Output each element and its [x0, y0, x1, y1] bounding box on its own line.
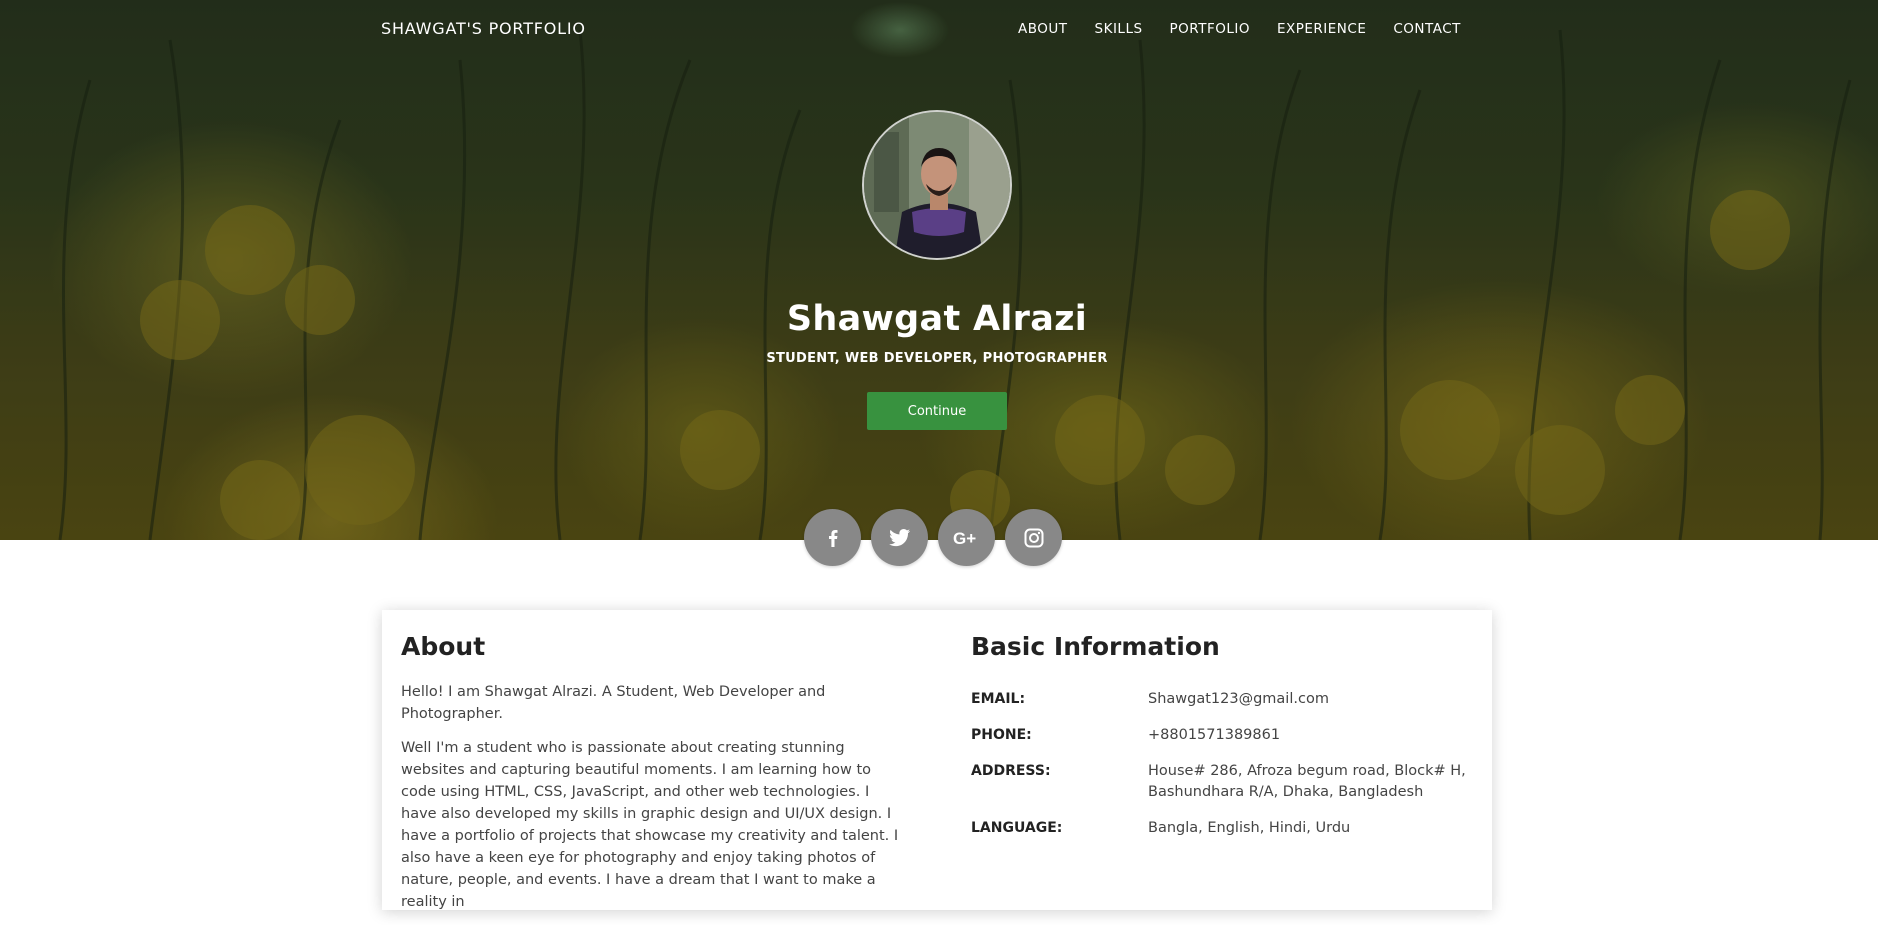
facebook-icon [828, 529, 837, 547]
twitter-icon [888, 528, 910, 546]
nav-item-contact[interactable]: CONTACT [1393, 21, 1461, 37]
svg-text:G+: G+ [953, 529, 976, 547]
google-plus-icon: G+ [953, 529, 976, 547]
nav-item-experience[interactable]: EXPERIENCE [1277, 21, 1366, 37]
hero-name: Shawgat Alrazi [786, 299, 1088, 339]
about-title: About [401, 632, 486, 661]
info-row-phone: PHONE: +8801571389861 [971, 725, 1471, 746]
nav-item-portfolio[interactable]: PORTFOLIO [1170, 21, 1250, 37]
profile-avatar [862, 110, 1012, 260]
brand-logo-text[interactable]: SHAWGAT'S PORTFOLIO [381, 19, 586, 38]
hero-overlay [0, 0, 1878, 540]
basic-info-section: Basic Information EMAIL: Shawgat123@gmai… [971, 632, 1471, 854]
info-row-language: LANGUAGE: Bangla, English, Hindi, Urdu [971, 818, 1471, 839]
instagram-icon [1024, 528, 1043, 547]
continue-button[interactable]: Continue [867, 392, 1007, 430]
address-value: House# 286, Afroza begum road, Block# H,… [1148, 763, 1466, 800]
hero-subtitle: STUDENT, WEB DEVELOPER, PHOTOGRAPHER [766, 351, 1108, 366]
profile-photo [864, 112, 1010, 258]
info-label: LANGUAGE: [971, 820, 1063, 836]
google-plus-button[interactable]: G+ [938, 509, 995, 566]
hero-section [0, 0, 1878, 540]
facebook-button[interactable] [804, 509, 861, 566]
info-label: EMAIL: [971, 691, 1026, 707]
nav-item-about[interactable]: ABOUT [1018, 21, 1068, 37]
language-value: Bangla, English, Hindi, Urdu [1148, 820, 1351, 836]
about-card: About Hello! I am Shawgat Alrazi. A Stud… [382, 610, 1492, 910]
phone-value: +8801571389861 [1148, 727, 1281, 743]
social-links: G+ [804, 509, 1062, 566]
info-row-email: EMAIL: Shawgat123@gmail.com [971, 689, 1471, 710]
main-nav: ABOUT SKILLS PORTFOLIO EXPERIENCE CONTAC… [1018, 21, 1461, 37]
basic-info-title: Basic Information [971, 632, 1220, 661]
email-value: Shawgat123@gmail.com [1148, 691, 1329, 707]
twitter-button[interactable] [871, 509, 928, 566]
info-label: ADDRESS: [971, 763, 1051, 779]
nav-item-skills[interactable]: SKILLS [1095, 21, 1143, 37]
about-body: Well I'm a student who is passionate abo… [401, 740, 899, 910]
about-intro: Hello! I am Shawgat Alrazi. A Student, W… [401, 684, 826, 722]
about-section: About Hello! I am Shawgat Alrazi. A Stud… [401, 632, 901, 925]
info-row-address: ADDRESS: House# 286, Afroza begum road, … [971, 761, 1471, 803]
info-label: PHONE: [971, 727, 1032, 743]
instagram-button[interactable] [1005, 509, 1062, 566]
